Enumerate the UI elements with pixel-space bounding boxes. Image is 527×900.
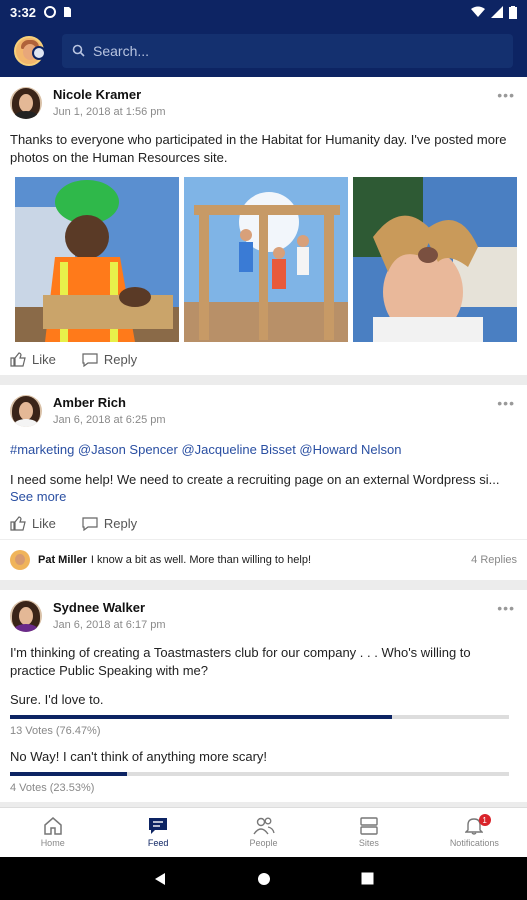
recents-icon[interactable] — [361, 872, 374, 885]
post-tags[interactable]: #marketing @Jason Spencer @Jacqueline Bi… — [10, 442, 517, 457]
more-options-icon[interactable]: ••• — [497, 395, 515, 411]
poll-votes: 4 Votes (23.53%) — [10, 782, 95, 794]
home-circle-icon[interactable] — [257, 872, 271, 886]
poll-option[interactable]: No Way! I can't think of anything more s… — [10, 749, 517, 764]
post-card: Amber Rich Jan 6, 2018 at 6:25 pm ••• #m… — [0, 385, 527, 539]
reply-button[interactable]: Reply — [82, 516, 137, 531]
nav-feed-label: Feed — [147, 838, 169, 848]
reply-count[interactable]: 4 Replies — [471, 554, 517, 566]
system-nav-bar — [0, 857, 527, 900]
search-placeholder: Search... — [93, 42, 150, 59]
post-text: I need some help! We need to create a re… — [10, 472, 500, 487]
reply-icon — [82, 352, 98, 367]
reply-label: Reply — [103, 352, 138, 367]
avatar-status-badge — [32, 46, 46, 60]
nav-home[interactable]: Home — [0, 808, 105, 857]
post-card: Sydnee Walker Jan 6, 2018 at 6:17 pm •••… — [0, 590, 527, 802]
post-text: Thanks to everyone who participated in t… — [10, 132, 507, 165]
people-icon — [252, 817, 275, 835]
reply-text: I know a bit as well. More than willing … — [90, 554, 312, 566]
like-label: Like — [32, 352, 56, 367]
nav-people[interactable]: People — [211, 808, 316, 857]
post-date: Jan 6, 2018 at 6:25 pm — [53, 414, 166, 426]
post-photo[interactable] — [15, 177, 179, 342]
poll-votes: 13 Votes (76.47%) — [10, 725, 101, 737]
battery-icon — [509, 5, 517, 19]
sd-card-icon — [64, 7, 72, 17]
poll-bar — [10, 715, 509, 719]
poll-bar — [10, 772, 509, 776]
search-icon — [72, 44, 85, 57]
feed[interactable]: Nicole Kramer Jun 1, 2018 at 1:56 pm •••… — [0, 77, 527, 807]
see-more-link[interactable]: See more — [10, 489, 517, 504]
nav-notifications[interactable]: Notifications 1 — [422, 808, 527, 857]
thumbs-up-icon — [10, 516, 26, 531]
feed-icon — [149, 818, 168, 834]
author-avatar[interactable] — [10, 395, 42, 427]
post-date: Jun 1, 2018 at 1:56 pm — [53, 106, 166, 118]
author-name[interactable]: Amber Rich — [53, 395, 166, 410]
search-input[interactable]: Search... — [62, 33, 513, 68]
nav-people-label: People — [249, 838, 278, 848]
post-card: Nicole Kramer Jun 1, 2018 at 1:56 pm •••… — [0, 77, 527, 375]
post-photo[interactable] — [353, 177, 517, 342]
nav-sites[interactable]: Sites — [316, 808, 421, 857]
replier-name: Pat Miller — [38, 554, 87, 566]
nav-sites-label: Sites — [358, 838, 379, 848]
wifi-icon — [471, 6, 485, 17]
status-bar: 3:32 — [0, 0, 527, 24]
back-icon[interactable] — [153, 872, 167, 886]
poll-option[interactable]: Sure. I'd love to. — [10, 692, 517, 707]
nav-feed[interactable]: Feed — [105, 808, 210, 857]
nav-home-label: Home — [40, 838, 65, 848]
status-time: 3:32 — [10, 4, 37, 20]
bottom-nav: Home Feed People Sites Notifications 1 — [0, 807, 527, 857]
author-name[interactable]: Nicole Kramer — [53, 87, 166, 102]
author-avatar[interactable] — [10, 87, 42, 119]
more-options-icon[interactable]: ••• — [497, 600, 515, 616]
sync-icon — [44, 6, 57, 18]
sites-icon — [360, 817, 378, 835]
app-bar: Search... — [0, 24, 527, 77]
photo-gallery — [10, 177, 517, 342]
like-label: Like — [32, 516, 56, 531]
more-options-icon[interactable]: ••• — [497, 87, 515, 103]
replier-avatar — [10, 550, 30, 570]
poll-bar-fill — [10, 772, 128, 776]
post-photo[interactable] — [184, 177, 348, 342]
reply-preview[interactable]: Pat Miller I know a bit as well. More th… — [0, 539, 527, 580]
like-button[interactable]: Like — [10, 352, 56, 367]
notification-badge: 1 — [478, 814, 491, 826]
home-icon — [43, 817, 62, 835]
reply-label: Reply — [103, 516, 138, 531]
post-date: Jan 6, 2018 at 6:17 pm — [53, 619, 166, 631]
thumbs-up-icon — [10, 352, 26, 367]
reply-icon — [82, 516, 98, 531]
author-avatar[interactable] — [10, 600, 42, 632]
author-name[interactable]: Sydnee Walker — [53, 600, 166, 615]
like-button[interactable]: Like — [10, 516, 56, 531]
signal-icon — [491, 6, 503, 18]
post-text: I'm thinking of creating a Toastmasters … — [10, 645, 471, 678]
nav-notifications-label: Notifications — [449, 838, 499, 848]
poll-bar-fill — [10, 715, 392, 719]
reply-button[interactable]: Reply — [82, 352, 137, 367]
